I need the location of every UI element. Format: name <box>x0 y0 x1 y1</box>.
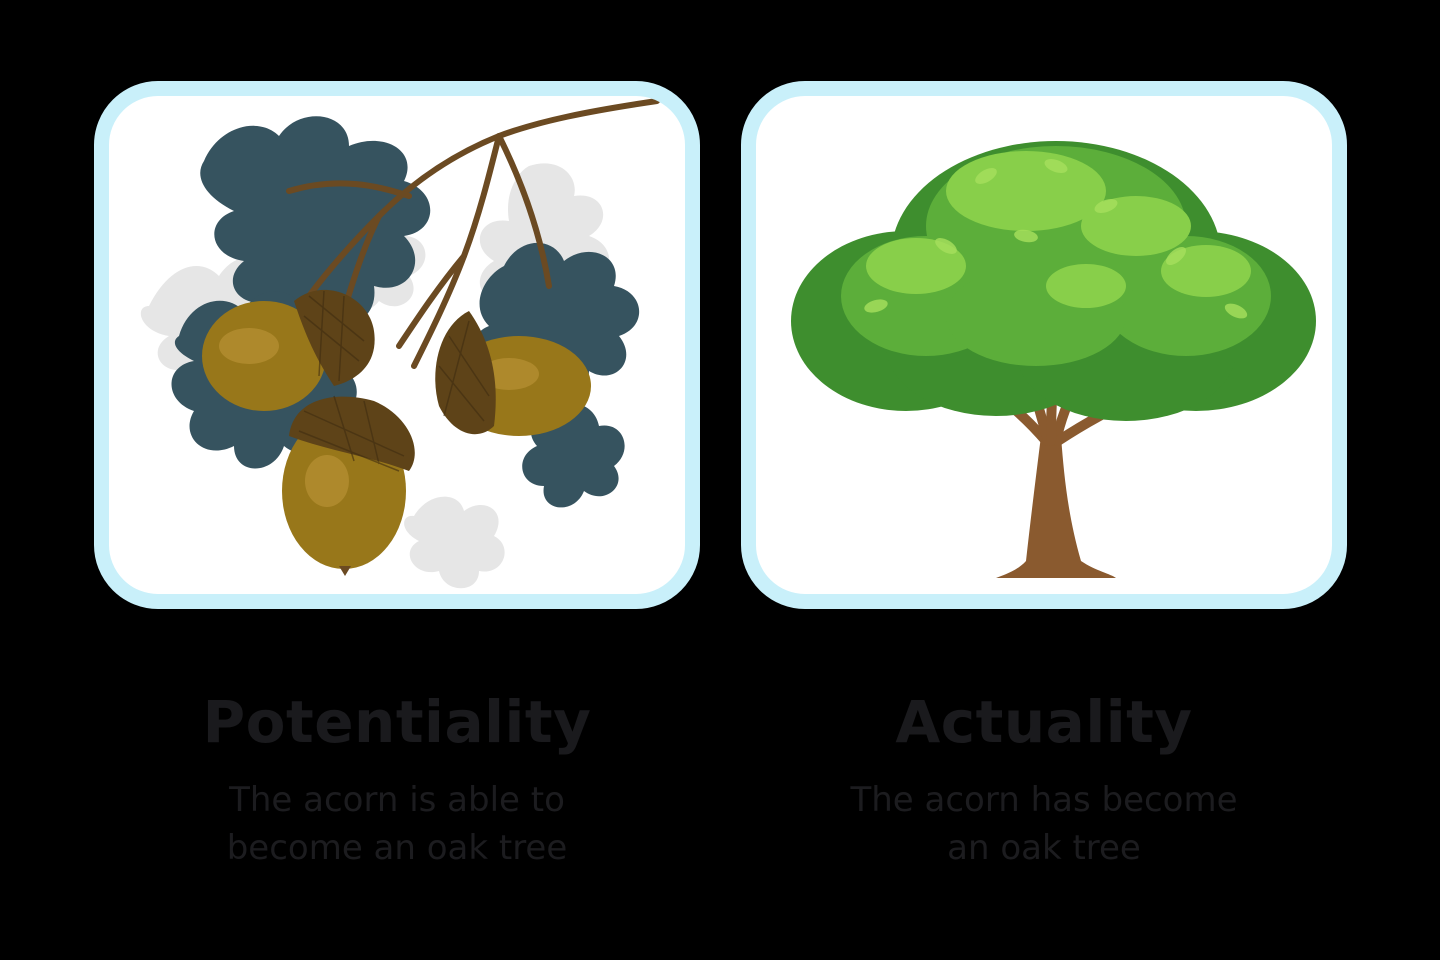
potentiality-description: The acorn is able to become an oak tree <box>226 780 568 868</box>
potentiality-card <box>94 81 700 609</box>
actuality-caption: Actuality The acorn has become an oak tr… <box>764 682 1324 872</box>
oak-tree-illustration <box>791 141 1316 578</box>
actuality-title: Actuality <box>895 688 1193 756</box>
potentiality-title: Potentiality <box>202 688 592 756</box>
actuality-card <box>741 81 1347 609</box>
potentiality-caption: Potentiality The acorn is able to become… <box>117 682 677 872</box>
actuality-description: The acorn has become an oak tree <box>850 780 1238 868</box>
acorns-on-branch-illustration <box>140 98 660 589</box>
